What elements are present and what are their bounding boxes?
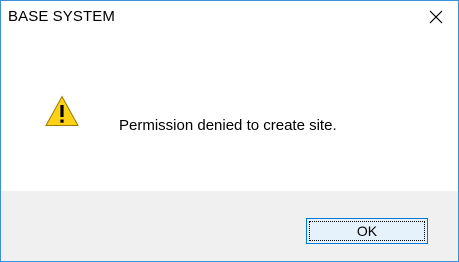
ok-button[interactable]: OK [306, 218, 428, 244]
close-button[interactable] [413, 1, 458, 33]
dialog-message: Permission denied to create site. [119, 117, 337, 134]
title-bar[interactable]: BASE SYSTEM [1, 1, 458, 33]
focus-ring [309, 221, 425, 241]
close-icon [429, 10, 442, 24]
dialog-content: Permission denied to create site. [1, 33, 458, 191]
window-title: BASE SYSTEM [8, 8, 115, 25]
warning-icon [45, 95, 79, 126]
dialog-footer: OK [1, 191, 458, 261]
message-dialog: BASE SYSTEM Permission denied to create … [0, 0, 459, 262]
